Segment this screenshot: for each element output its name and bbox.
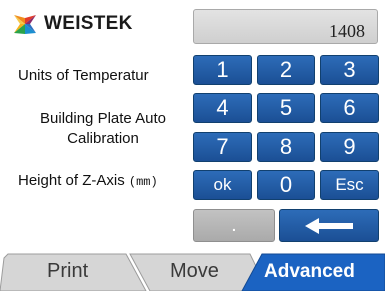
display-value: 1408 <box>329 21 365 41</box>
units-of-temperature-label: Units of Temperatur <box>18 67 149 84</box>
esc-button[interactable]: Esc <box>320 170 379 200</box>
brand-name: WEISTEK <box>44 13 133 34</box>
input-display: 1408 <box>193 9 378 44</box>
key-4[interactable]: 4 <box>193 93 252 123</box>
key-6[interactable]: 6 <box>320 93 379 123</box>
bed-label-line2: Calibration <box>67 130 139 147</box>
key-2[interactable]: 2 <box>257 55 315 85</box>
tab-move[interactable]: Move <box>170 260 219 283</box>
key-3[interactable]: 3 <box>320 55 379 85</box>
height-of-z-axis-label: Height of Z-Axis (mm) <box>18 171 158 192</box>
bed-label-line1: Building Plate Auto <box>40 110 166 127</box>
height-unit: (mm) <box>128 175 158 189</box>
ok-button[interactable]: ok <box>193 170 252 200</box>
tab-print[interactable]: Print <box>47 260 88 283</box>
tab-advanced[interactable]: Advanced <box>264 261 355 283</box>
backspace-button[interactable] <box>279 209 379 242</box>
key-5[interactable]: 5 <box>257 93 315 123</box>
building-plate-calibration-label: Building Plate Auto Calibration <box>20 109 186 149</box>
decimal-point-button[interactable]: . <box>193 209 275 242</box>
key-0[interactable]: 0 <box>257 170 315 200</box>
arrow-left-icon <box>305 217 353 234</box>
bottom-tab-bar: Print Move Advanced <box>0 252 385 291</box>
key-1[interactable]: 1 <box>193 55 252 85</box>
key-7[interactable]: 7 <box>193 132 252 162</box>
brand-logo: WEISTEK <box>12 12 133 36</box>
key-9[interactable]: 9 <box>320 132 379 162</box>
height-label-text: Height of Z-Axis <box>18 172 125 189</box>
key-8[interactable]: 8 <box>257 132 315 162</box>
weistek-logo-icon <box>14 15 36 34</box>
